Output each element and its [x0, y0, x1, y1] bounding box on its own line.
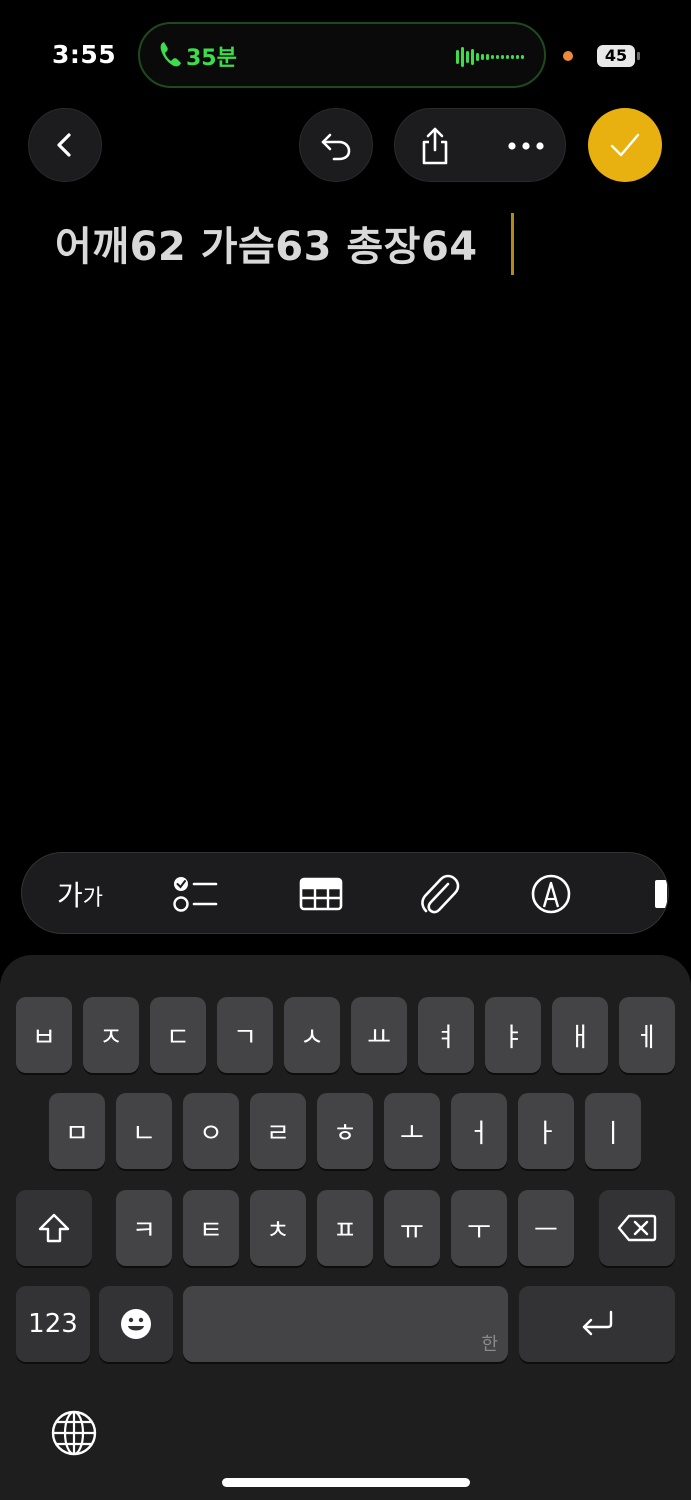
- key[interactable]: ㅡ: [518, 1190, 574, 1266]
- return-key[interactable]: [519, 1286, 675, 1362]
- text-format-label: 가가: [56, 879, 103, 912]
- more-button[interactable]: [503, 124, 549, 168]
- numbers-key[interactable]: 123: [16, 1286, 90, 1362]
- undo-icon: [321, 133, 351, 161]
- key[interactable]: ㅂ: [16, 997, 72, 1073]
- emoji-key[interactable]: [99, 1286, 173, 1362]
- key[interactable]: ㅅ: [284, 997, 340, 1073]
- dynamic-island-call[interactable]: 35분: [138, 22, 546, 88]
- space-key[interactable]: 한: [183, 1286, 508, 1362]
- return-icon: [582, 1310, 613, 1336]
- markup-button[interactable]: [508, 853, 594, 933]
- call-duration: 35분: [186, 46, 237, 71]
- key[interactable]: ㅗ: [384, 1093, 440, 1169]
- delete-key[interactable]: [599, 1190, 675, 1266]
- back-button[interactable]: [28, 108, 102, 182]
- share-icon: [422, 127, 448, 165]
- checkmark-icon: [610, 133, 640, 157]
- share-button[interactable]: [413, 124, 457, 168]
- status-time: 3:55: [52, 40, 117, 69]
- share-more-group: [394, 108, 566, 182]
- more-tools-button[interactable]: [646, 853, 668, 933]
- table-icon: [299, 877, 343, 911]
- key[interactable]: ㅊ: [250, 1190, 306, 1266]
- battery-tip: [637, 52, 640, 60]
- key[interactable]: ㅜ: [451, 1190, 507, 1266]
- shift-icon: [38, 1213, 70, 1243]
- checklist-button[interactable]: [152, 853, 238, 933]
- key[interactable]: ㅔ: [619, 997, 675, 1073]
- globe-icon: [51, 1410, 97, 1456]
- done-button[interactable]: [588, 108, 662, 182]
- table-button[interactable]: [278, 853, 364, 933]
- text-format-button[interactable]: 가가: [32, 853, 128, 933]
- chevron-left-icon: [57, 133, 71, 157]
- key[interactable]: ㅇ: [183, 1093, 239, 1169]
- phone-icon: [160, 42, 181, 67]
- note-body-text[interactable]: 어깨62 가슴63 총장64: [55, 214, 478, 272]
- battery-level: 45: [597, 45, 635, 67]
- paperclip-icon: [421, 874, 460, 914]
- audio-wave-icon: [456, 47, 524, 67]
- shift-key[interactable]: [16, 1190, 92, 1266]
- text-cursor: [511, 213, 514, 275]
- formatting-toolbar: 가가: [21, 852, 669, 934]
- key[interactable]: ㄷ: [150, 997, 206, 1073]
- ellipsis-icon: [508, 142, 544, 150]
- emoji-icon: [121, 1309, 151, 1339]
- home-indicator[interactable]: [222, 1478, 470, 1487]
- keyboard: ㅂ ㅈ ㄷ ㄱ ㅅ ㅛ ㅕ ㅑ ㅐ ㅔ ㅁ ㄴ ㅇ ㄹ ㅎ ㅗ ㅓ ㅏ ㅣ ㅋ …: [0, 955, 691, 1500]
- key[interactable]: ㅁ: [49, 1093, 105, 1169]
- undo-button[interactable]: [299, 108, 373, 182]
- key[interactable]: ㅓ: [451, 1093, 507, 1169]
- key[interactable]: ㄹ: [250, 1093, 306, 1169]
- markup-pen-icon: [531, 874, 571, 914]
- key[interactable]: ㅛ: [351, 997, 407, 1073]
- key[interactable]: ㅑ: [485, 997, 541, 1073]
- key[interactable]: ㅠ: [384, 1190, 440, 1266]
- key[interactable]: ㅏ: [518, 1093, 574, 1169]
- key[interactable]: ㅎ: [317, 1093, 373, 1169]
- key[interactable]: ㅌ: [183, 1190, 239, 1266]
- key[interactable]: ㅐ: [552, 997, 608, 1073]
- globe-button[interactable]: [48, 1407, 100, 1459]
- privacy-indicator-dot: [563, 51, 573, 61]
- space-language-hint: 한: [481, 1334, 498, 1355]
- key[interactable]: ㅋ: [116, 1190, 172, 1266]
- key[interactable]: ㄱ: [217, 997, 273, 1073]
- key[interactable]: ㅕ: [418, 997, 474, 1073]
- key[interactable]: ㅣ: [585, 1093, 641, 1169]
- backspace-icon: [617, 1214, 657, 1242]
- key[interactable]: ㄴ: [116, 1093, 172, 1169]
- attachment-button[interactable]: [396, 853, 482, 933]
- checklist-icon: [173, 877, 218, 912]
- key[interactable]: ㅈ: [83, 997, 139, 1073]
- truncated-tool-icon: [655, 880, 667, 908]
- key[interactable]: ㅍ: [317, 1190, 373, 1266]
